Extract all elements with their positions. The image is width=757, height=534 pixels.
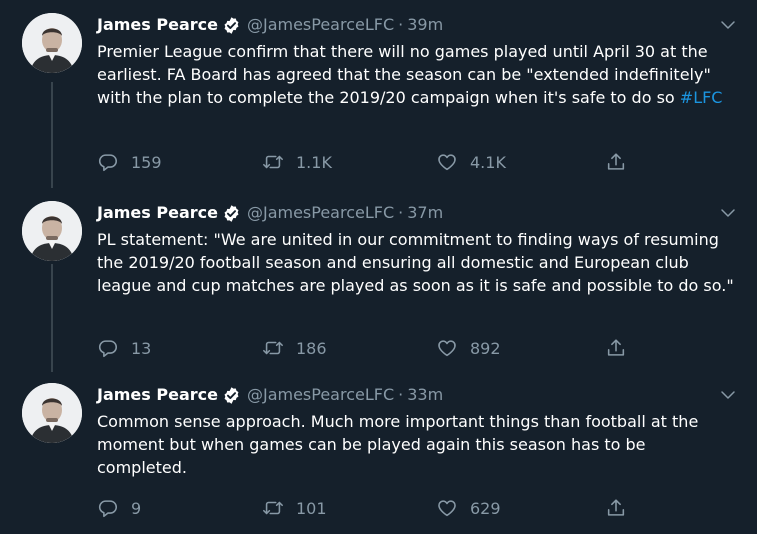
chevron-down-icon[interactable] (719, 204, 737, 222)
timestamp[interactable]: 37m (407, 202, 443, 224)
reply-count: 159 (131, 152, 162, 172)
reply-icon (98, 340, 118, 358)
share-icon (607, 153, 625, 170)
avatar-icon (22, 383, 82, 443)
tweet-header: James Pearce @JamesPearceLFC · 37m (97, 202, 737, 224)
heart-icon (438, 500, 456, 517)
verified-badge-icon (224, 386, 239, 404)
like-count: 4.1K (470, 152, 506, 172)
hashtag-link[interactable]: #LFC (680, 88, 723, 107)
tweet[interactable]: James Pearce @JamesPearceLFC · 33m Commo… (0, 370, 757, 534)
avatar-icon (22, 201, 82, 261)
tweet-header: James Pearce @JamesPearceLFC · 33m (97, 384, 737, 406)
retweet-icon (263, 341, 283, 355)
like-button[interactable]: 4.1K (436, 150, 506, 174)
reply-button[interactable]: 13 (97, 336, 151, 360)
reply-count: 13 (131, 338, 152, 358)
like-button[interactable]: 629 (436, 496, 501, 520)
retweet-button[interactable]: 101 (262, 496, 327, 520)
verified-badge-icon (224, 16, 239, 34)
tweet[interactable]: James Pearce @JamesPearceLFC · 37m PL st… (0, 188, 757, 366)
retweet-count: 1.1K (296, 152, 332, 172)
avatar-icon (22, 13, 82, 73)
tweet-text: Premier League confirm that there will n… (97, 42, 723, 107)
tweet-text: Common sense approach. Much more importa… (97, 412, 699, 477)
reply-button[interactable]: 159 (97, 150, 162, 174)
separator: · (398, 203, 404, 222)
avatar[interactable] (22, 383, 82, 443)
author-handle[interactable]: @JamesPearceLFC (247, 14, 394, 36)
retweet-count: 186 (296, 338, 327, 358)
tweet[interactable]: James Pearce @JamesPearceLFC · 39m Premi… (0, 0, 757, 190)
chevron-down-icon[interactable] (719, 386, 737, 404)
share-button[interactable] (605, 150, 627, 174)
retweet-button[interactable]: 1.1K (262, 150, 332, 174)
author-name[interactable]: James Pearce (97, 202, 218, 224)
tweet-header: James Pearce @JamesPearceLFC · 39m (97, 14, 737, 36)
author-handle[interactable]: @JamesPearceLFC (247, 202, 394, 224)
tweet-thread: James Pearce @JamesPearceLFC · 39m Premi… (0, 0, 757, 534)
separator: · (398, 15, 404, 34)
share-button[interactable] (605, 336, 627, 360)
author-handle[interactable]: @JamesPearceLFC (247, 384, 394, 406)
author-name[interactable]: James Pearce (97, 384, 218, 406)
verified-badge-icon (224, 204, 239, 222)
share-icon (607, 499, 625, 516)
heart-icon (438, 340, 456, 357)
retweet-count: 101 (296, 498, 327, 518)
tweet-text: PL statement: "We are united in our comm… (97, 230, 734, 295)
author-name[interactable]: James Pearce (97, 14, 218, 36)
tweet-actions: 13 186 892 (97, 336, 637, 360)
retweet-icon (263, 501, 283, 515)
timestamp[interactable]: 39m (407, 14, 443, 36)
separator: · (398, 385, 404, 404)
like-button[interactable]: 892 (436, 336, 501, 360)
share-button[interactable] (605, 496, 627, 520)
timestamp[interactable]: 33m (407, 384, 443, 406)
reply-button[interactable]: 9 (97, 496, 141, 520)
like-count: 629 (470, 498, 501, 518)
tweet-actions: 159 1.1K 4.1K (97, 150, 637, 174)
share-icon (607, 339, 625, 356)
tweet-actions: 9 101 629 (97, 496, 637, 520)
retweet-icon (263, 155, 283, 169)
retweet-button[interactable]: 186 (262, 336, 327, 360)
chevron-down-icon[interactable] (719, 16, 737, 34)
reply-icon (98, 154, 118, 172)
reply-count: 9 (131, 498, 142, 518)
heart-icon (438, 154, 456, 171)
reply-icon (98, 500, 118, 518)
like-count: 892 (470, 338, 501, 358)
avatar[interactable] (22, 201, 82, 261)
avatar[interactable] (22, 13, 82, 73)
